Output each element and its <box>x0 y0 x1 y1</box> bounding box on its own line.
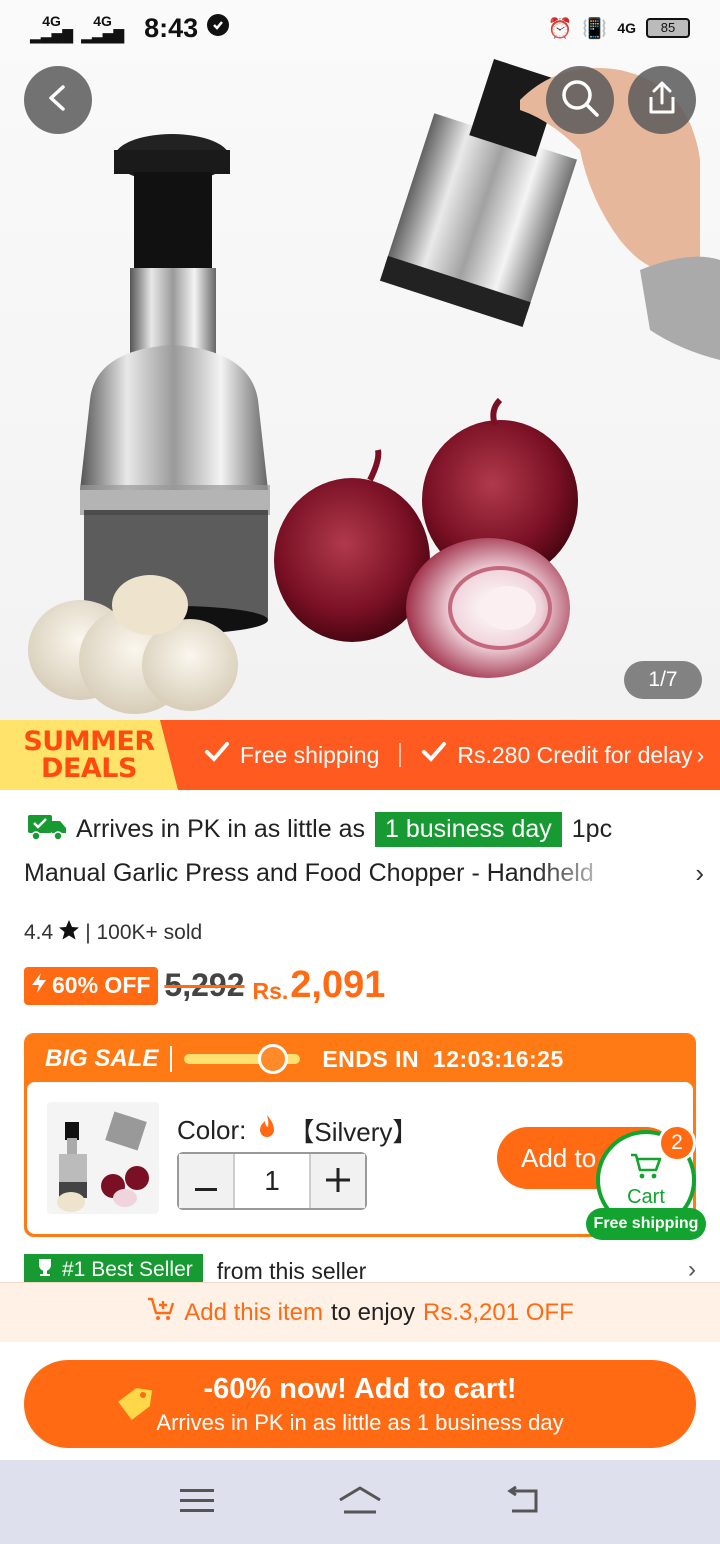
network-type: 4G <box>617 20 636 36</box>
arrival-highlight: 1 business day <box>375 811 562 847</box>
big-sale-card: BIG SALE ENDS IN 12:03:16:25 Color: 【Sil… <box>24 1033 696 1237</box>
best-seller-badge: #1 Best Seller <box>24 1254 203 1282</box>
decrement-button[interactable] <box>179 1154 233 1208</box>
cta-main-text: -60% now! Add to cart! <box>203 1372 517 1405</box>
big-sale-label: BIG SALE <box>45 1045 159 1072</box>
credit-for-delay-item: Rs.280 Credit for delay › <box>421 741 704 769</box>
signal-bars-icon: ▂▃▅▇ <box>81 27 125 43</box>
original-price: 5,292 <box>164 967 245 1003</box>
color-label: Color: <box>177 1115 247 1145</box>
cart-icon <box>629 1152 663 1186</box>
discount-label: 60% OFF <box>52 972 151 998</box>
deals-divider <box>399 743 402 767</box>
best-seller-label: #1 Best Seller <box>62 1258 193 1281</box>
search-button[interactable] <box>546 66 614 134</box>
trophy-icon <box>34 1257 56 1282</box>
share-icon <box>643 79 681 122</box>
check-icon <box>421 741 447 769</box>
color-selector[interactable]: Color: 【Silvery】 <box>177 1112 418 1149</box>
network-type: 4G <box>42 13 61 29</box>
arrival-prefix: Arrives in PK in as little as <box>76 814 365 843</box>
ends-in-label: ENDS IN <box>322 1045 420 1072</box>
vibrate-icon: 📳 <box>582 17 608 40</box>
network-type: 4G <box>93 13 112 29</box>
share-button[interactable] <box>628 66 696 134</box>
lightning-icon <box>30 972 48 1000</box>
summer-deals-badge: SUMMER DEALS <box>0 720 178 790</box>
chevron-right-icon: › <box>695 857 704 888</box>
minus-icon <box>195 1162 217 1201</box>
signal-bars-icon: ▂▃▅▇ <box>30 27 74 43</box>
product-title: Manual Garlic Press and Food Chopper - H… <box>24 858 594 887</box>
cart-count-badge: 2 <box>658 1124 696 1162</box>
flame-icon <box>256 1114 278 1147</box>
rating-value: 4.4 <box>24 921 54 944</box>
cart-label: Cart <box>627 1185 665 1208</box>
signal-indicator-3: 4G <box>617 21 636 35</box>
search-icon <box>558 76 602 125</box>
color-value: 【Silvery】 <box>288 1117 419 1147</box>
countdown-timer: 12:03:16:25 <box>432 1045 564 1072</box>
chevron-right-icon: › <box>696 741 705 768</box>
chevron-left-icon <box>41 81 75 120</box>
delivery-truck-icon <box>26 811 68 848</box>
summer-deals-line1: SUMMER <box>23 726 155 757</box>
product-thumbnail[interactable] <box>47 1102 159 1214</box>
best-seller-text: from this seller <box>216 1258 367 1282</box>
sale-progress-bar <box>184 1044 301 1074</box>
free-shipping-pill: Free shipping <box>586 1208 706 1240</box>
progress-knob <box>258 1044 289 1074</box>
status-bar: 4G ▂▃▅▇ 4G ▂▃▅▇ 8:43 ⏰ 📳 4G 85 <box>0 0 720 56</box>
sold-count: | 100K+ sold <box>85 921 203 944</box>
alarm-icon: ⏰ <box>547 17 573 40</box>
back-button[interactable] <box>24 66 92 134</box>
arrival-suffix: 1pc <box>571 814 613 843</box>
home-icon[interactable] <box>336 1484 384 1521</box>
menu-icon[interactable] <box>180 1485 216 1520</box>
quantity-value[interactable]: 1 <box>233 1154 311 1208</box>
plus-icon <box>326 1162 350 1201</box>
signal-indicator-1: 4G ▂▃▅▇ <box>30 14 73 42</box>
sale-price: 2,091 <box>290 964 386 1006</box>
cart-plus-icon <box>146 1296 176 1329</box>
clock: 8:43 <box>144 12 199 43</box>
big-sale-header: BIG SALE ENDS IN 12:03:16:25 <box>27 1036 693 1082</box>
free-shipping-item: Free shipping <box>204 741 379 769</box>
system-nav-bar <box>0 1460 720 1544</box>
currency: Rs. <box>252 978 289 1004</box>
promo-middle: to enjoy <box>330 1298 416 1326</box>
promo-amount: Rs.3,201 OFF <box>423 1298 574 1326</box>
battery-icon: 85 <box>646 18 690 38</box>
back-icon[interactable] <box>504 1485 540 1520</box>
image-counter: 1/7 <box>624 661 702 699</box>
ends-in: ENDS IN 12:03:16:25 <box>322 1046 563 1073</box>
sale-divider <box>170 1046 173 1072</box>
rating-row[interactable]: 4.4 | 100K+ sold <box>24 918 202 948</box>
discount-badge: 60% OFF <box>24 966 159 1005</box>
price-tag-icon <box>112 1382 158 1433</box>
price-row: 60% OFF 5,292 Rs. 2,091 <box>24 964 385 1007</box>
arrival-info: Arrives in PK in as little as 1 business… <box>26 806 700 852</box>
add-to-cart-cta[interactable]: -60% now! Add to cart! Arrives in PK in … <box>24 1360 696 1448</box>
sync-icon <box>206 13 230 44</box>
add-item-promo[interactable]: Add this item to enjoy Rs.3,201 OFF <box>0 1282 720 1342</box>
summer-deals-line2: DEALS <box>41 753 137 784</box>
increment-button[interactable] <box>311 1154 365 1208</box>
promo-highlight: Add this item <box>184 1298 323 1326</box>
star-icon <box>57 918 81 948</box>
check-icon <box>204 741 230 769</box>
credit-for-delay-label: Rs.280 Credit for delay <box>457 741 693 768</box>
product-title-row[interactable]: Manual Garlic Press and Food Chopper - H… <box>24 856 704 890</box>
summer-deals-banner[interactable]: SUMMER DEALS Free shipping Rs.280 Credit… <box>0 720 720 790</box>
signal-indicator-2: 4G ▂▃▅▇ <box>81 14 124 42</box>
product-image-carousel[interactable]: 1/7 <box>0 0 720 720</box>
chevron-right-icon: › <box>688 1256 696 1282</box>
add-to-cart-label: Add to <box>521 1142 597 1173</box>
best-seller-row[interactable]: #1 Best Seller from this seller › <box>24 1254 696 1282</box>
cta-sub-text: Arrives in PK in as little as 1 business… <box>156 1409 564 1435</box>
quantity-stepper[interactable]: 1 <box>177 1152 367 1210</box>
free-shipping-label: Free shipping <box>240 741 380 768</box>
